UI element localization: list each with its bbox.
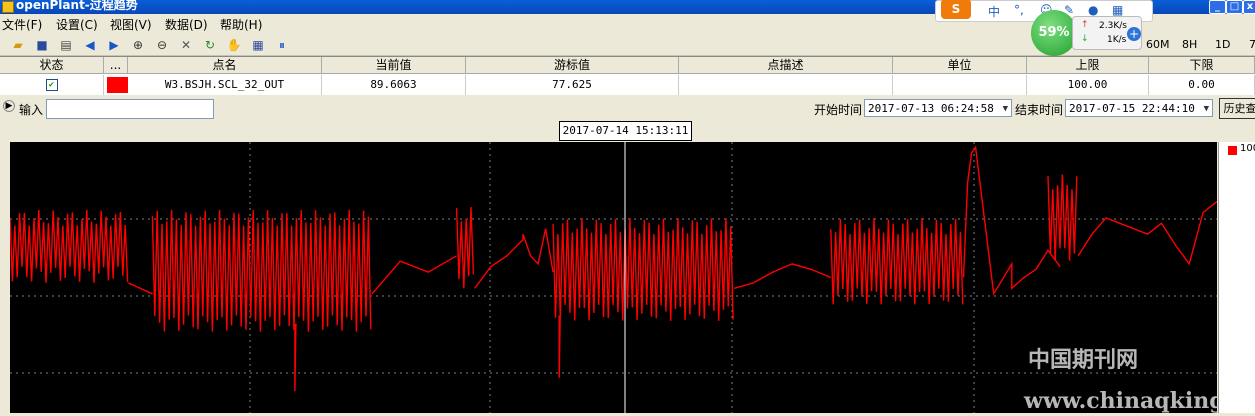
chevron-down-icon[interactable]: ▼ <box>1204 100 1209 118</box>
col-color[interactable]: ... <box>104 57 128 74</box>
accelerator-ball[interactable]: 59% <box>1031 10 1077 56</box>
cursor-value: 77.625 <box>466 75 679 95</box>
menu-view[interactable]: 视图(V) <box>110 16 152 33</box>
series-segment <box>474 228 554 289</box>
chevron-down-icon[interactable]: ▼ <box>1003 100 1008 118</box>
legend-label: 100 <box>1240 143 1255 154</box>
menu-file[interactable]: 文件(F) <box>2 16 42 33</box>
legend-swatch <box>1228 146 1237 155</box>
point-name[interactable]: W3.BSJH.SCL_32_OUT <box>128 75 322 95</box>
series-segment <box>9 209 129 283</box>
end-time-picker[interactable]: 2017-07-15 22:44:10 ▼ <box>1065 99 1213 117</box>
col-cursor[interactable]: 游标值 <box>466 57 679 74</box>
col-upper[interactable]: 上限 <box>1027 57 1149 74</box>
lower-limit: 0.00 <box>1149 75 1255 95</box>
pause-icon[interactable]: ⏸ <box>274 37 290 53</box>
end-time-label: 结束时间 <box>1015 103 1064 117</box>
series-segment <box>1047 174 1078 261</box>
sogou-icon[interactable]: S <box>941 0 971 19</box>
col-unit[interactable]: 单位 <box>893 57 1027 74</box>
menu-help[interactable]: 帮助(H) <box>220 16 262 33</box>
watermark-cn: 中国期刊网 <box>1028 347 1139 373</box>
menu-settings[interactable]: 设置(C) <box>56 16 98 33</box>
series-segment <box>1077 201 1218 266</box>
upload-icon: ↑ <box>1081 20 1089 30</box>
zoom-out-icon[interactable]: ⊖ <box>154 37 170 53</box>
col-current[interactable]: 当前值 <box>322 57 466 74</box>
app-icon <box>2 1 14 13</box>
cursor-time-label: 2017-07-14 15:13:11 <box>559 121 692 141</box>
col-desc[interactable]: 点描述 <box>679 57 893 74</box>
unit-value <box>893 75 1027 95</box>
series-segment <box>371 255 457 295</box>
color-swatch[interactable] <box>107 77 128 93</box>
maximize-button[interactable]: □ <box>1226 0 1243 14</box>
current-value: 89.6063 <box>322 75 466 95</box>
col-lower[interactable]: 下限 <box>1149 57 1255 74</box>
series-segment <box>734 263 832 289</box>
upper-limit: 100.00 <box>1027 75 1149 95</box>
history-query-button[interactable]: 历史查 <box>1219 98 1255 119</box>
series-segment <box>128 282 153 295</box>
input-label: 输入 <box>19 103 44 117</box>
open-icon[interactable]: ▰ <box>10 37 26 53</box>
menu-data[interactable]: 数据(D) <box>165 16 208 33</box>
col-status[interactable]: 状态 <box>0 57 104 74</box>
start-time-value: 2017-07-13 06:24:58 <box>868 102 994 115</box>
point-desc <box>679 75 893 95</box>
series-segment <box>294 323 297 392</box>
col-name[interactable]: 点名 <box>128 57 322 74</box>
refresh-icon[interactable]: ↻ <box>202 37 218 53</box>
range-1d-button[interactable]: 1D <box>1215 38 1230 51</box>
command-input[interactable] <box>46 99 214 119</box>
close-button[interactable]: x <box>1243 0 1255 14</box>
table-icon[interactable]: ▦ <box>250 37 266 53</box>
next-icon[interactable]: ▶ <box>106 37 122 53</box>
start-time-label: 开始时间 <box>814 103 863 117</box>
trend-chart[interactable]: 中国期刊网 www.chinaqking.com <box>9 142 1255 414</box>
upload-speed: 2.3K/s <box>1099 21 1127 31</box>
series-segment <box>455 207 475 289</box>
play-icon[interactable]: ▶ <box>3 100 15 112</box>
end-time-value: 2017-07-15 22:44:10 <box>1069 102 1195 115</box>
status-cell: ✔ <box>0 75 104 95</box>
status-checkbox[interactable]: ✔ <box>45 79 58 91</box>
range-8h-button[interactable]: 8H <box>1182 38 1197 51</box>
ime-overlay: S 中 °, ☺ ✎ ● ▦ 59% ↑ 2.3K/s ↓ 1K/s + <box>935 0 1153 58</box>
series-segment <box>552 217 734 321</box>
chinese-mode-icon[interactable]: 中 <box>988 3 1000 20</box>
pan-hand-icon[interactable]: ✋ <box>226 37 242 53</box>
series-segment <box>830 217 964 305</box>
print-icon[interactable]: ▤ <box>58 37 74 53</box>
series-segment <box>558 315 561 378</box>
zoom-in-icon[interactable]: ⊕ <box>130 37 146 53</box>
start-time-picker[interactable]: 2017-07-13 06:24:58 ▼ <box>864 99 1012 117</box>
download-speed: 1K/s <box>1107 35 1127 45</box>
grid-menu-icon[interactable]: ▦ <box>1112 3 1123 17</box>
point-table: 状态 ... 点名 当前值 游标值 点描述 单位 上限 下限 ✔ W3.BSJH… <box>0 56 1255 95</box>
tools-icon[interactable]: ✕ <box>178 37 194 53</box>
minimize-button[interactable]: _ <box>1209 0 1226 14</box>
download-icon: ↓ <box>1081 34 1089 44</box>
prev-icon[interactable]: ◀ <box>82 37 98 53</box>
range-7d-button[interactable]: 7 <box>1249 38 1255 51</box>
save-icon[interactable]: ■ <box>34 37 50 53</box>
series-segment <box>151 209 372 332</box>
punctuation-icon[interactable]: °, <box>1014 3 1024 17</box>
chart-legend: 100 <box>1218 142 1255 413</box>
time-range-bar: ▶ 输入 开始时间 2017-07-13 06:24:58 ▼ 结束时间 201… <box>0 96 1255 120</box>
plus-icon[interactable]: + <box>1127 27 1141 41</box>
series-segment <box>962 145 1061 296</box>
window-title: openPlant-过程趋势 <box>16 0 138 12</box>
mic-icon[interactable]: ● <box>1088 3 1098 17</box>
